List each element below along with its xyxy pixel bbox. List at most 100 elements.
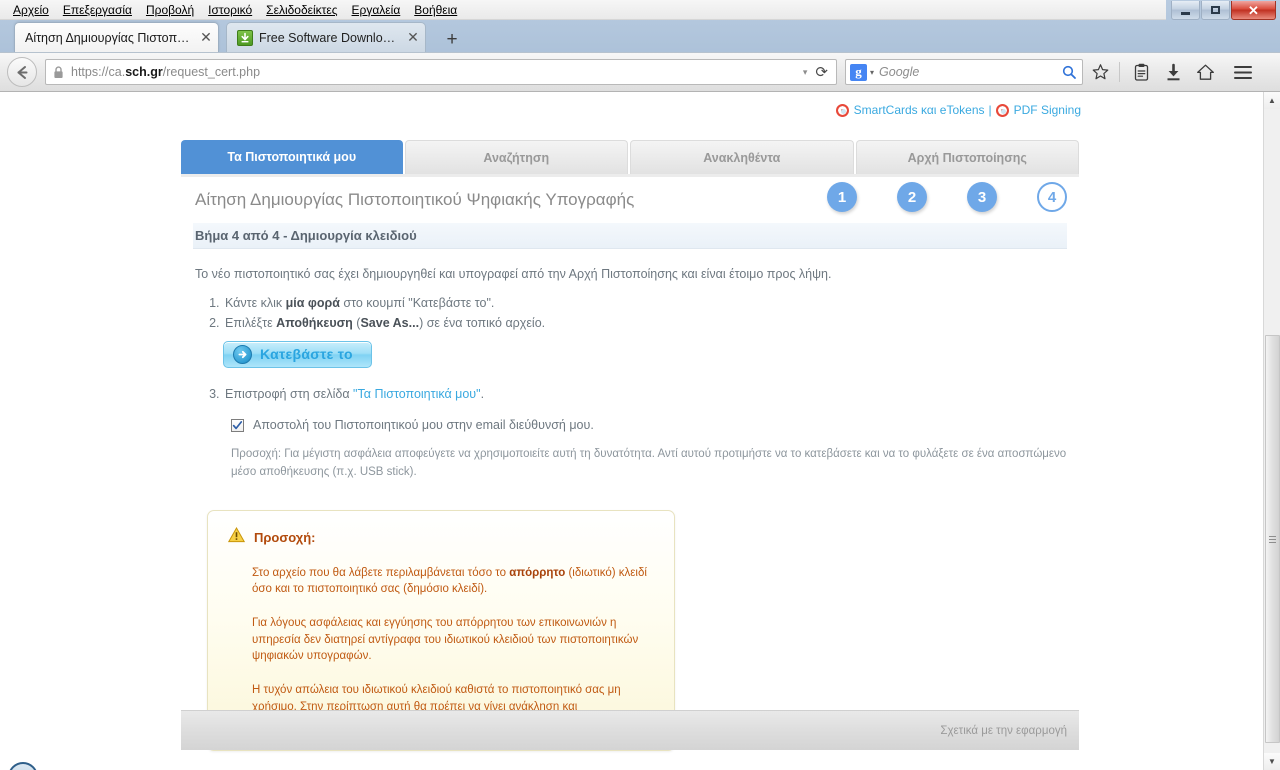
minimize-icon — [1181, 11, 1190, 15]
site-tabs: Τα Πιστοποιητικά μου Αναζήτηση Ανακληθέν… — [181, 140, 1079, 174]
menu-item-bookmarks-label: Σελιδοδείκτες — [266, 2, 338, 17]
search-bar[interactable]: g ▾ Google — [845, 59, 1083, 85]
reading-list-button[interactable] — [1126, 57, 1156, 87]
menu-item-view-label: Προβολή — [145, 2, 195, 17]
step-indicator-2-label: 2 — [907, 188, 917, 206]
tab-strip: Αίτηση Δημιουργίας Πιστοποι... ✕ Free So… — [0, 20, 1280, 52]
site-tab-revoked[interactable]: Ανακληθέντα — [630, 140, 854, 174]
browser-tab-2[interactable]: Free Software Downloads a... ✕ — [226, 22, 426, 52]
menu-item-bookmarks[interactable]: Σελιδοδείκτες — [259, 2, 344, 18]
url-scheme: https:// — [71, 65, 109, 79]
instruction-1-bold: μία φορά — [285, 296, 340, 311]
instruction-2-post: ) σε ένα τοπικό αρχείο. — [419, 316, 546, 331]
instruction-2-bold-save: Αποθήκευση — [276, 316, 353, 331]
step-indicator-2[interactable]: 2 — [897, 182, 927, 212]
page-scrollbar[interactable]: ▲ ▼ — [1263, 92, 1280, 770]
scroll-down-arrow-icon[interactable]: ▼ — [1264, 753, 1280, 770]
browser-tab-1-close-icon[interactable]: ✕ — [198, 29, 214, 46]
url-host-domain: sch.gr — [125, 65, 163, 79]
softonic-favicon-icon — [237, 29, 253, 46]
instruction-3-pre: Επιστροφή στη σελίδα — [225, 387, 354, 402]
browser-window: Αρχείο Επεξεργασία Προβολή Ιστορικό Σελι… — [0, 0, 1280, 770]
about-application-link[interactable]: Σχετικά με την εφαρμογή — [940, 725, 1067, 737]
menu-item-help[interactable]: Βοήθεια — [407, 2, 464, 18]
search-engine-dropdown-icon[interactable]: ▾ — [870, 68, 874, 77]
download-button[interactable]: Κατεβάστε το — [223, 341, 372, 369]
reload-icon[interactable]: ⟳ — [815, 63, 828, 81]
email-certificate-checkbox[interactable] — [231, 418, 244, 432]
lifering-icon-2 — [995, 103, 1009, 117]
toplinks-separator: | — [988, 103, 992, 117]
security-note: Προσοχή: Για μέγιστη ασφάλεια αποφεύγετε… — [231, 448, 1067, 478]
pdf-signing-link[interactable]: PDF Signing — [995, 103, 1081, 117]
menu-item-history-label: Ιστορικό — [208, 2, 253, 17]
downloads-icon — [1167, 63, 1179, 80]
address-dropdown-icon[interactable]: ▾ — [803, 67, 808, 78]
instruction-item-1: Κάντε κλικ μία φορά στο κουμπί "Κατεβάστ… — [223, 293, 1079, 313]
smartcards-link[interactable]: SmartCards και eTokens — [835, 103, 985, 117]
navigation-toolbar: https://ca.sch.gr/request_cert.php ▾ ⟳ g… — [0, 52, 1280, 92]
url-text: https://ca.sch.gr/request_cert.php — [71, 65, 799, 79]
scroll-up-arrow-icon[interactable]: ▲ — [1264, 92, 1280, 109]
site-tab-search[interactable]: Αναζήτηση — [404, 140, 628, 174]
close-icon: ✕ — [1248, 2, 1259, 18]
browser-tab-2-close-icon[interactable]: ✕ — [405, 29, 421, 46]
page-viewport: SmartCards και eTokens | PDF Signing Τα … — [0, 92, 1280, 770]
instruction-item-3: Επιστροφή στη σελίδα "Τα Πιστοποιητικά μ… — [223, 384, 1079, 404]
menu-item-help-label: Βοήθεια — [414, 2, 458, 17]
menu-item-edit[interactable]: Επεξεργασία — [56, 2, 139, 18]
menu-hamburger-icon — [1234, 65, 1252, 79]
menu-hamburger-button[interactable] — [1228, 57, 1258, 87]
instruction-2-pre: Επιλέξτε — [225, 316, 277, 331]
lifering-icon — [835, 103, 849, 117]
menu-item-edit-label: Επεξεργασία — [62, 2, 132, 17]
search-input[interactable]: Google — [879, 65, 1062, 79]
browser-tab-1-label: Αίτηση Δημιουργίας Πιστοποι... — [25, 30, 194, 45]
download-button-wrap: Κατεβάστε το — [223, 341, 1079, 369]
downloads-button[interactable] — [1158, 57, 1188, 87]
warning-title: Προσοχή: — [254, 529, 316, 545]
warning-header: Προσοχή: — [227, 526, 652, 548]
menu-item-file[interactable]: Αρχείο — [6, 2, 56, 18]
toolbar-separator — [1119, 62, 1120, 82]
instructions-list: Κάντε κλικ μία φορά στο κουμπί "Κατεβάστ… — [181, 293, 1079, 404]
menu-item-history[interactable]: Ιστορικό — [201, 2, 259, 18]
reading-list-icon — [1134, 63, 1148, 81]
google-badge-icon: g — [850, 63, 867, 81]
close-button[interactable]: ✕ — [1231, 1, 1276, 20]
scrollbar-grip-icon — [1269, 534, 1276, 545]
step-indicator-4[interactable]: 4 — [1037, 182, 1067, 212]
page-header: Αίτηση Δημιουργίας Πιστοποιητικού Ψηφιακ… — [181, 177, 1079, 223]
bookmark-star-button[interactable] — [1085, 57, 1115, 87]
warning-paragraph-2: Για λόγους ασφάλειας και εγγύησης του απ… — [252, 617, 639, 663]
step-indicator-1[interactable]: 1 — [827, 182, 857, 212]
menu-item-file-label: Αρχείο — [13, 2, 49, 17]
step-indicator-3[interactable]: 3 — [967, 182, 997, 212]
instruction-item-2: Επιλέξτε Αποθήκευση (Save As...) σε ένα … — [223, 313, 1079, 333]
home-button[interactable] — [1190, 57, 1220, 87]
site-tab-my-certificates[interactable]: Τα Πιστοποιητικά μου — [181, 140, 403, 174]
warning-triangle-icon — [227, 526, 246, 548]
warning-p1-pre: Στο αρχείο που θα λάβετε περιλαμβάνεται … — [252, 566, 510, 579]
maximize-button[interactable] — [1201, 1, 1230, 20]
step-indicator-3-label: 3 — [977, 188, 987, 206]
browser-tab-1[interactable]: Αίτηση Δημιουργίας Πιστοποι... ✕ — [14, 22, 219, 52]
site-tab-certificate-authority[interactable]: Αρχή Πιστοποίησης — [855, 140, 1079, 174]
minimize-button[interactable] — [1171, 1, 1200, 20]
address-bar[interactable]: https://ca.sch.gr/request_cert.php ▾ ⟳ — [45, 59, 837, 85]
bookmark-star-icon — [1092, 63, 1108, 79]
page-top-links: SmartCards και eTokens | PDF Signing — [835, 103, 1081, 117]
search-icon — [1062, 65, 1076, 79]
intro-text: Το νέο πιστοποιητικό σας έχει δημιουργηθ… — [195, 267, 832, 281]
scrollbar-thumb[interactable] — [1265, 335, 1280, 743]
menu-item-tools[interactable]: Εργαλεία — [345, 2, 408, 18]
padlock-icon — [53, 65, 64, 79]
menu-bar: Αρχείο Επεξεργασία Προβολή Ιστορικό Σελι… — [0, 0, 1166, 20]
menu-item-view[interactable]: Προβολή — [139, 2, 201, 18]
browser-tab-2-label: Free Software Downloads a... — [259, 30, 401, 45]
my-certificates-link[interactable]: "Τα Πιστοποιητικά μου" — [353, 387, 481, 401]
back-button[interactable] — [7, 57, 37, 87]
new-tab-button[interactable]: + — [440, 28, 464, 50]
menu-item-tools-label: Εργαλεία — [351, 2, 401, 17]
email-certificate-label: Αποστολή του Πιστοποιητικού μου στην ema… — [253, 418, 594, 433]
